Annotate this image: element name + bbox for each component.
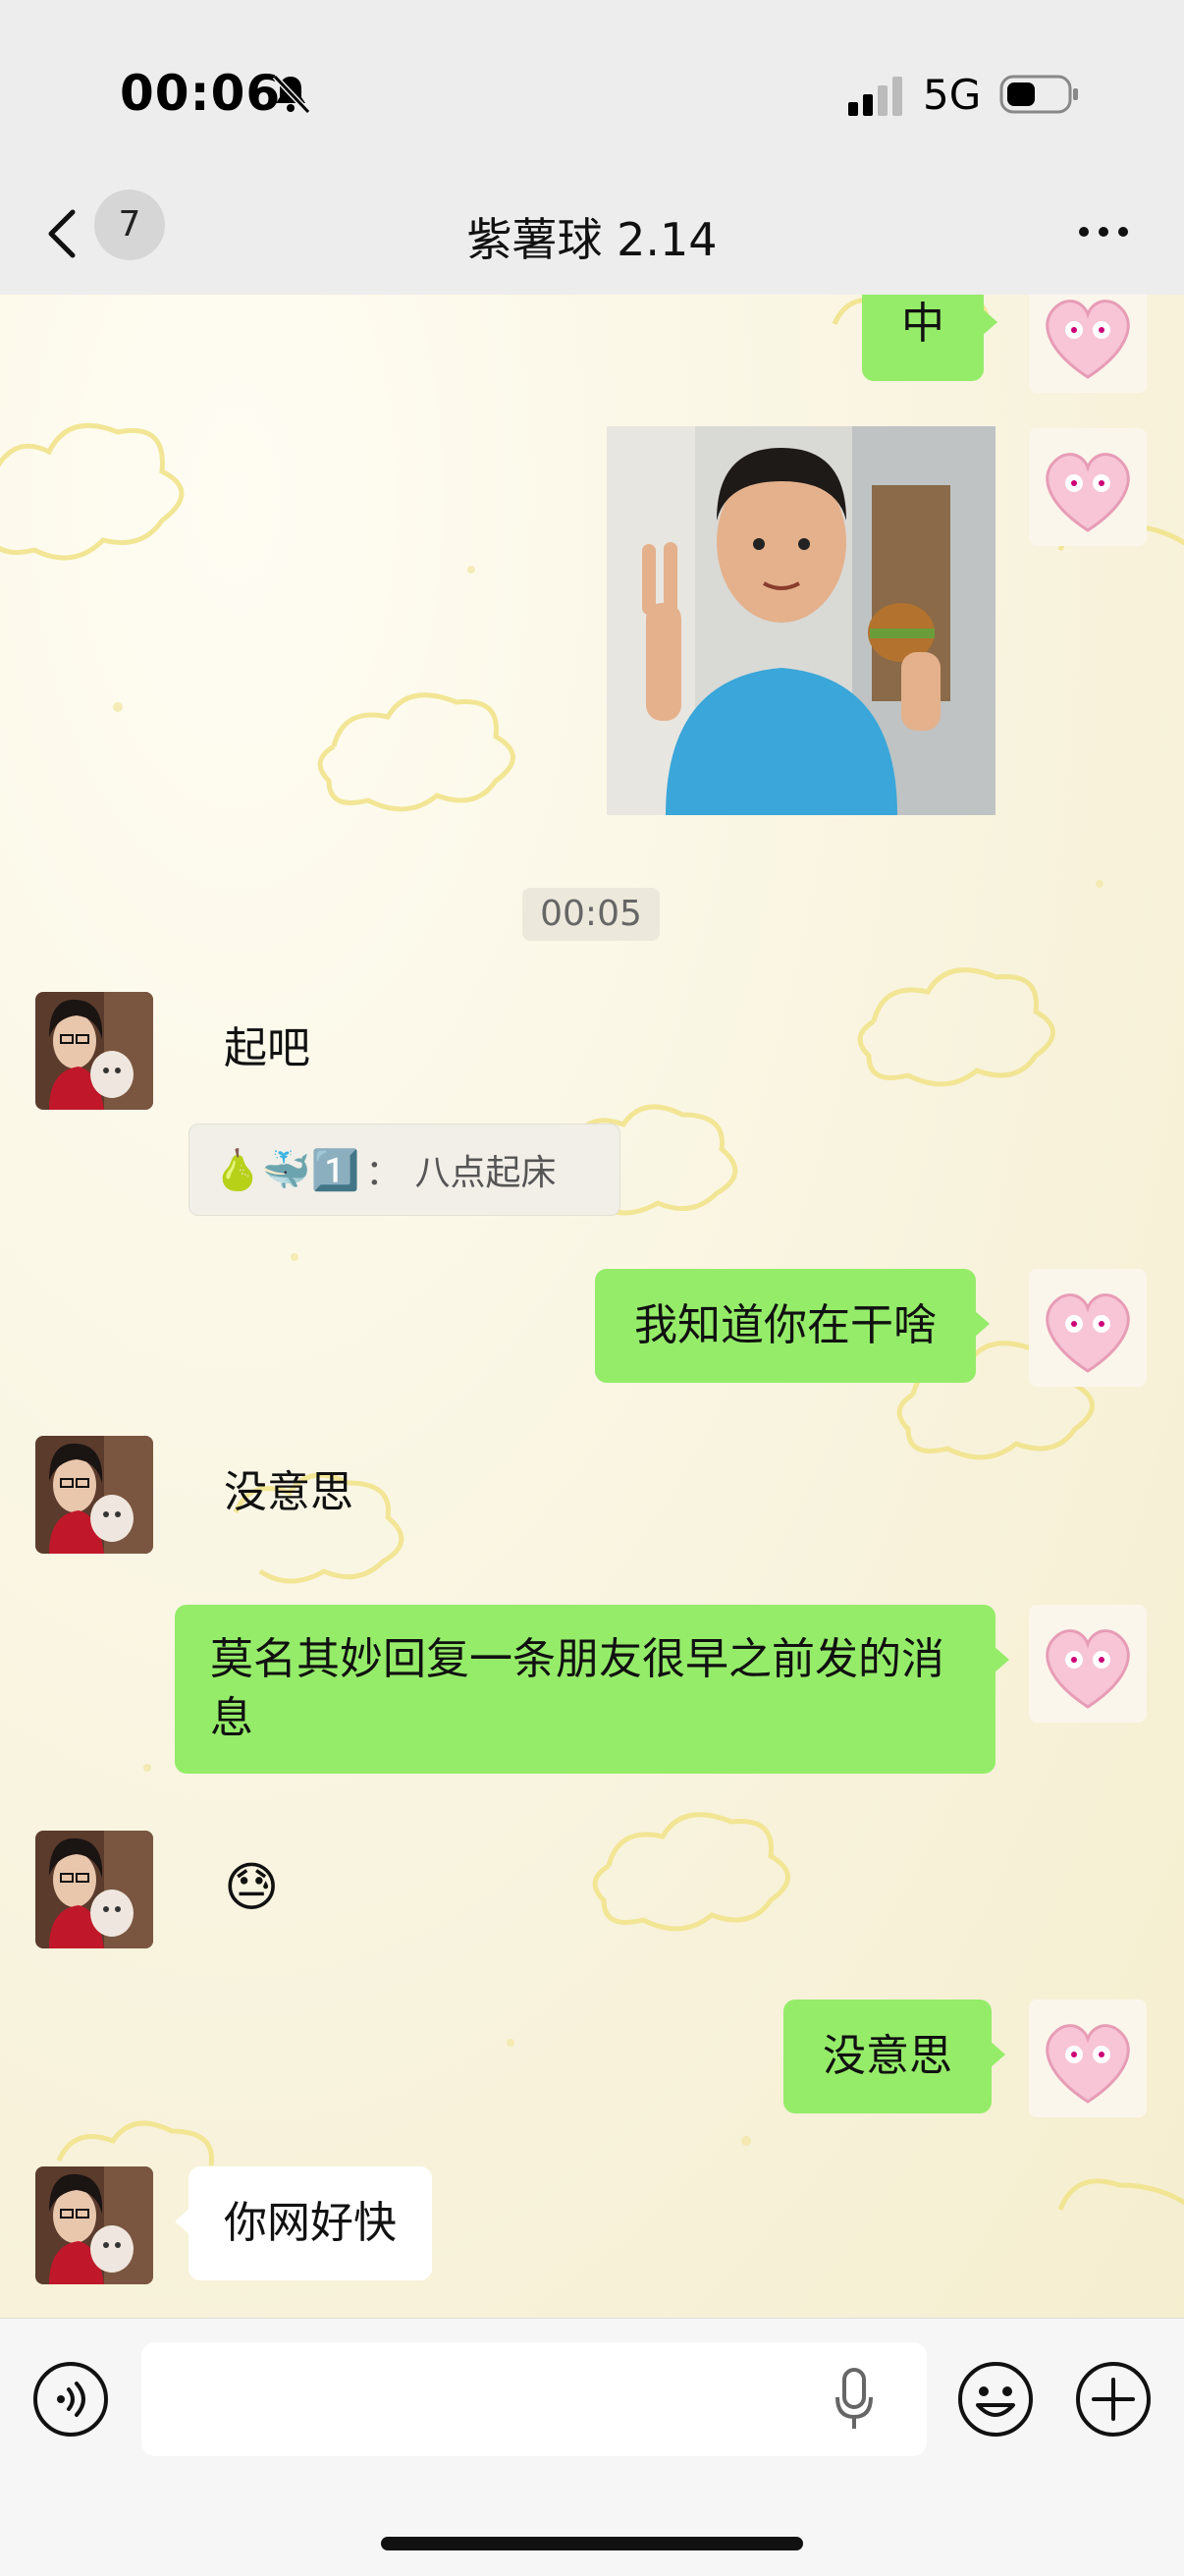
avatar-contact[interactable] (35, 1831, 153, 1948)
message-bubble-outgoing[interactable]: 莫名其妙回复一条朋友很早之前发的消息 (175, 1605, 1009, 1774)
battery-icon (999, 75, 1078, 114)
message-bubble-outgoing[interactable]: 中 (862, 295, 997, 381)
avatar-contact[interactable] (35, 2166, 153, 2284)
message-emoji-incoming[interactable]: 😓 (188, 1831, 314, 1945)
avatar-self[interactable] (1029, 1605, 1147, 1723)
message-bubble-incoming[interactable]: 你网好快 (175, 2166, 432, 2280)
microphone-icon[interactable] (834, 2368, 874, 2431)
message-bubble-outgoing[interactable]: 没意思 (783, 2000, 1005, 2113)
message-bubble-outgoing[interactable]: 我知道你在干啥 (595, 1269, 990, 1383)
message-input[interactable] (141, 2342, 927, 2456)
signal-icon (848, 77, 902, 116)
more-icon[interactable] (1076, 218, 1131, 246)
bell-slash-icon (272, 74, 311, 115)
avatar-self[interactable] (1029, 295, 1147, 393)
chat-header: 7 紫薯球 2.14 (0, 167, 1184, 296)
quote-text: 八点起床 (414, 1153, 557, 1193)
quote-author-emoji: 🍐🐳1️⃣ (213, 1147, 360, 1193)
status-bar: 00:06 5G (0, 0, 1184, 167)
avatar-contact[interactable] (35, 1436, 153, 1554)
status-time: 00:06 (120, 65, 282, 122)
input-bar (0, 2318, 1184, 2576)
network-type: 5G (923, 71, 982, 119)
plus-icon[interactable] (1074, 2360, 1153, 2439)
avatar-contact[interactable] (35, 992, 153, 1110)
message-bubble-incoming[interactable]: 没意思 (188, 1436, 389, 1550)
quoted-reply[interactable]: 🍐🐳1️⃣ ： 八点起床 (188, 1124, 620, 1216)
quote-separator: ： (365, 1153, 402, 1193)
avatar-self[interactable] (1029, 428, 1147, 546)
avatar-self[interactable] (1029, 1269, 1147, 1387)
photo-message[interactable] (607, 426, 996, 815)
voice-icon[interactable] (31, 2360, 110, 2439)
message-bubble-incoming[interactable]: 起吧 (188, 992, 346, 1106)
avatar-self[interactable] (1029, 2000, 1147, 2117)
chat-title: 紫薯球 2.14 (466, 213, 718, 266)
emoji-icon[interactable] (956, 2360, 1035, 2439)
wallpaper-clouds (0, 295, 1184, 2211)
chat-area[interactable]: 中 00:05 起吧 🍐🐳1️⃣ ： 八点起床 我知道你在干啥 没意思 莫名其妙… (0, 295, 1184, 2318)
message-timestamp: 00:05 (522, 888, 660, 941)
home-indicator[interactable] (381, 2537, 803, 2550)
